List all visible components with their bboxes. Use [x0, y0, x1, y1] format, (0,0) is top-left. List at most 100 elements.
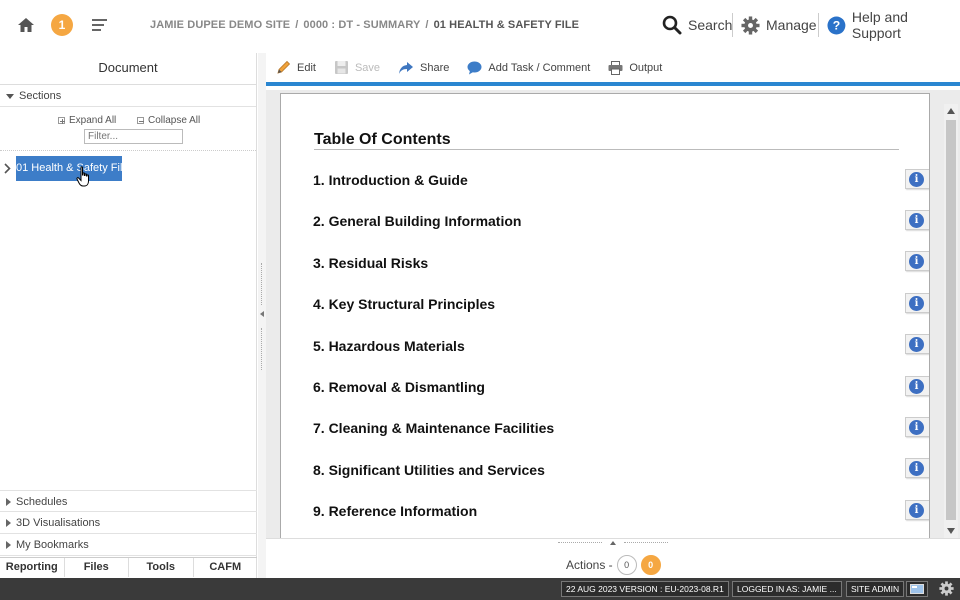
- breadcrumb-summary[interactable]: 0000 : DT - SUMMARY: [303, 19, 420, 31]
- output-label: Output: [629, 61, 663, 74]
- grip-handle: [261, 328, 263, 370]
- comment-icon: [467, 61, 482, 74]
- chevron-right-icon[interactable]: [4, 163, 11, 174]
- search-button[interactable]: Search: [662, 12, 732, 38]
- toc-item[interactable]: 2. General Building Information: [313, 213, 521, 229]
- info-icon: i: [909, 213, 924, 228]
- manage-button[interactable]: Manage: [741, 12, 817, 38]
- filter-input[interactable]: [84, 129, 183, 144]
- plus-box-icon: [58, 116, 65, 124]
- screen-button[interactable]: [906, 581, 928, 597]
- grip-handle: [558, 542, 602, 545]
- expand-all-button[interactable]: Expand All: [58, 115, 116, 126]
- sections-label: Sections: [19, 90, 62, 102]
- info-button[interactable]: i: [905, 417, 929, 437]
- role-badge: SITE ADMIN: [846, 581, 905, 597]
- save-label: Save: [354, 61, 381, 74]
- notification-badge[interactable]: 1: [51, 14, 73, 36]
- breadcrumb: JAMIE DUPEE DEMO SITE / 0000 : DT - SUMMAR…: [150, 19, 579, 31]
- svg-text:?: ?: [833, 18, 840, 32]
- edit-button[interactable]: Edit: [276, 60, 316, 75]
- info-icon: i: [909, 503, 924, 518]
- tab-files[interactable]: Files: [65, 558, 129, 577]
- toc-item[interactable]: 1. Introduction & Guide: [313, 172, 468, 188]
- tab-cafm[interactable]: CAFM: [194, 558, 258, 577]
- save-button[interactable]: Save: [334, 60, 380, 75]
- share-label: Share: [420, 61, 450, 74]
- toc-item[interactable]: 9. Reference Information: [313, 503, 477, 519]
- actions-count-badge[interactable]: 0: [640, 555, 661, 575]
- info-icon: i: [909, 461, 924, 476]
- scroll-up-icon[interactable]: [947, 108, 955, 114]
- scrollbar-thumb[interactable]: [946, 120, 956, 520]
- home-icon[interactable]: [17, 16, 35, 34]
- toc-item[interactable]: 5. Hazardous Materials: [313, 338, 465, 354]
- help-button[interactable]: ? Help and Support: [827, 9, 960, 41]
- schedules-header[interactable]: Schedules: [0, 490, 257, 512]
- 3d-visualisations-header[interactable]: 3D Visualisations: [0, 512, 257, 534]
- logged-in-badge[interactable]: LOGGED IN AS: JAMIE ...: [732, 581, 842, 597]
- vertical-scrollbar[interactable]: [944, 104, 958, 538]
- save-icon: [334, 61, 348, 74]
- info-button[interactable]: i: [905, 169, 929, 189]
- output-button[interactable]: Output: [608, 60, 663, 75]
- caret-right-icon: [6, 541, 11, 550]
- collapse-arrow-icon[interactable]: [260, 311, 264, 317]
- settings-gear-icon[interactable]: [939, 581, 954, 596]
- actions-bar: Actions - 0 0: [266, 538, 960, 578]
- edit-label: Edit: [297, 61, 316, 74]
- info-button[interactable]: i: [905, 376, 929, 396]
- toc-item[interactable]: 4. Key Structural Principles: [313, 296, 495, 312]
- share-icon: [399, 61, 414, 74]
- info-icon: i: [909, 337, 924, 352]
- panel-splitter[interactable]: [258, 53, 266, 578]
- pencil-icon: [277, 60, 291, 74]
- printer-icon: [608, 60, 623, 75]
- actions-count-badge[interactable]: 0: [616, 555, 637, 575]
- info-button[interactable]: i: [905, 293, 929, 313]
- breadcrumb-site[interactable]: JAMIE DUPEE DEMO SITE: [150, 19, 290, 31]
- tab-tools[interactable]: Tools: [129, 558, 194, 577]
- actions-label: Actions -: [566, 558, 613, 572]
- info-button[interactable]: i: [905, 500, 929, 520]
- toc-item[interactable]: 6. Removal & Dismantling: [313, 379, 485, 395]
- hand-cursor-icon: [76, 166, 89, 187]
- info-icon: i: [909, 172, 924, 187]
- toc-title: Table Of Contents: [314, 131, 451, 148]
- toc-item[interactable]: 8. Significant Utilities and Services: [313, 462, 545, 478]
- add-task-button[interactable]: Add Task / Comment: [467, 61, 590, 75]
- status-bar: 22 AUG 2023 VERSION : EU-2023-08.R1 LOGG…: [0, 578, 960, 600]
- menu-icon[interactable]: [92, 18, 108, 32]
- toc-item[interactable]: 3. Residual Risks: [313, 255, 428, 271]
- info-button[interactable]: i: [905, 251, 929, 271]
- schedules-label: Schedules: [16, 496, 68, 508]
- info-button[interactable]: i: [905, 458, 929, 478]
- share-button[interactable]: Share: [398, 61, 449, 75]
- expand-up-icon[interactable]: [610, 541, 616, 545]
- tree-node-health-safety[interactable]: 01 Health & Safety File: [16, 156, 129, 181]
- collapse-all-button[interactable]: Collapse All: [137, 115, 200, 126]
- grip-handle: [624, 542, 668, 545]
- sections-header[interactable]: Sections: [0, 85, 256, 107]
- tree-tools: Expand All Collapse All: [0, 107, 256, 151]
- minus-box-icon: [137, 116, 144, 124]
- divider: [732, 13, 733, 37]
- document-viewer: Edit Save Share Add Task / Comment Outpu…: [266, 53, 960, 578]
- my-bookmarks-label: My Bookmarks: [16, 539, 89, 551]
- info-button[interactable]: i: [905, 210, 929, 230]
- scroll-down-icon[interactable]: [947, 528, 955, 534]
- 3d-visualisations-label: 3D Visualisations: [16, 517, 101, 529]
- document-panel: Document Sections Expand All Collapse Al…: [0, 53, 257, 578]
- my-bookmarks-header[interactable]: My Bookmarks: [0, 534, 257, 556]
- info-button[interactable]: i: [905, 334, 929, 354]
- breadcrumb-separator: /: [425, 19, 429, 31]
- actions-summary[interactable]: Actions - 0 0: [566, 555, 661, 575]
- document-canvas: Table Of Contents 1. Introduction & Guid…: [266, 90, 960, 543]
- gear-icon: [741, 15, 760, 35]
- tab-reporting[interactable]: Reporting: [0, 558, 65, 577]
- breadcrumb-separator: /: [295, 19, 299, 31]
- expand-all-label: Expand All: [69, 115, 117, 126]
- toc-item[interactable]: 7. Cleaning & Maintenance Facilities: [313, 420, 554, 436]
- help-icon: ?: [827, 16, 846, 34]
- document-page: Table Of Contents 1. Introduction & Guid…: [280, 93, 930, 543]
